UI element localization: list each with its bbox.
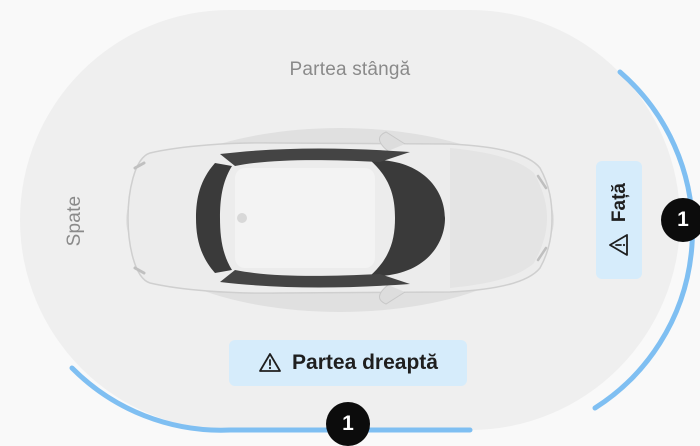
right-side-alert-count[interactable]: 1 xyxy=(326,402,370,446)
front-alert-count[interactable]: 1 xyxy=(661,198,700,242)
warning-triangle-icon xyxy=(259,353,281,372)
front-label: Față xyxy=(608,183,630,223)
rear-label: Spate xyxy=(64,195,85,247)
front-alert-badge[interactable]: Față xyxy=(596,161,642,279)
warning-triangle-icon xyxy=(609,233,628,256)
right-side-alert-badge[interactable]: Partea dreaptă xyxy=(229,340,467,386)
car-top-view-icon xyxy=(126,128,554,312)
left-side-label: Partea stângă xyxy=(289,59,411,80)
right-side-label: Partea dreaptă xyxy=(292,351,438,374)
